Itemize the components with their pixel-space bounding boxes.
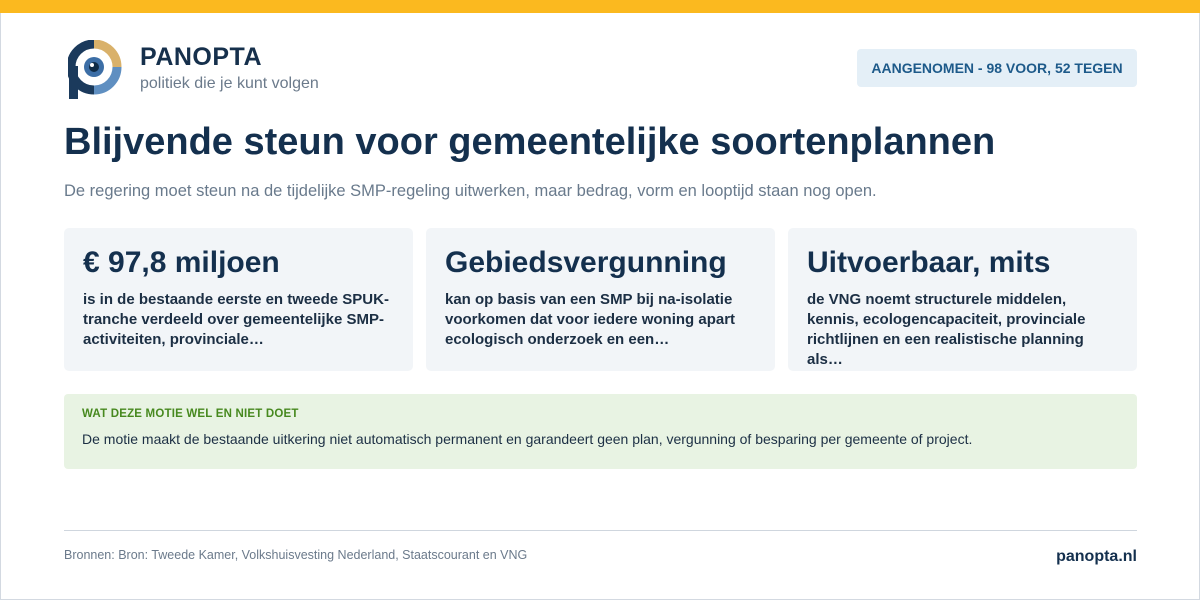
fact-card-body: de VNG noemt structurele middelen, kenni…: [807, 291, 1086, 368]
fact-card-title: Gebiedsvergunning: [445, 246, 727, 279]
top-accent-bar: [0, 0, 1200, 13]
page-subtitle: De regering moet steun na de tijdelijke …: [64, 182, 877, 200]
brand-tagline: politiek die je kunt volgen: [140, 75, 319, 92]
footer-divider: [64, 530, 1137, 531]
fact-card: € 97,8 miljoen is in de bestaande eerste…: [64, 228, 413, 371]
brand-name: PANOPTA: [140, 43, 263, 71]
fact-card-title: Uitvoerbaar, mits: [807, 246, 1051, 279]
fact-card-body: is in de bestaande eerste en tweede SPUK…: [83, 291, 389, 348]
note-heading: WAT DEZE MOTIE WEL EN NIET DOET: [82, 408, 299, 420]
motion-scope-note: WAT DEZE MOTIE WEL EN NIET DOET De motie…: [64, 394, 1137, 469]
fact-card: Uitvoerbaar, mits de VNG noemt structure…: [788, 228, 1137, 371]
site-link[interactable]: panopta.nl: [1056, 548, 1137, 566]
page-title: Blijvende steun voor gemeentelijke soort…: [64, 121, 996, 163]
sources-text: Bronnen: Bron: Tweede Kamer, Volkshuisve…: [64, 548, 528, 562]
fact-card-body: kan op basis van een SMP bij na-isolatie…: [445, 291, 736, 348]
status-badge: AANGENOMEN - 98 VOOR, 52 TEGEN: [857, 49, 1137, 87]
panopta-eye-logo-icon: [68, 40, 122, 99]
fact-card-title: € 97,8 miljoen: [83, 246, 280, 279]
fact-card: Gebiedsvergunning kan op basis van een S…: [426, 228, 775, 371]
note-text: De motie maakt de bestaande uitkering ni…: [82, 431, 973, 447]
